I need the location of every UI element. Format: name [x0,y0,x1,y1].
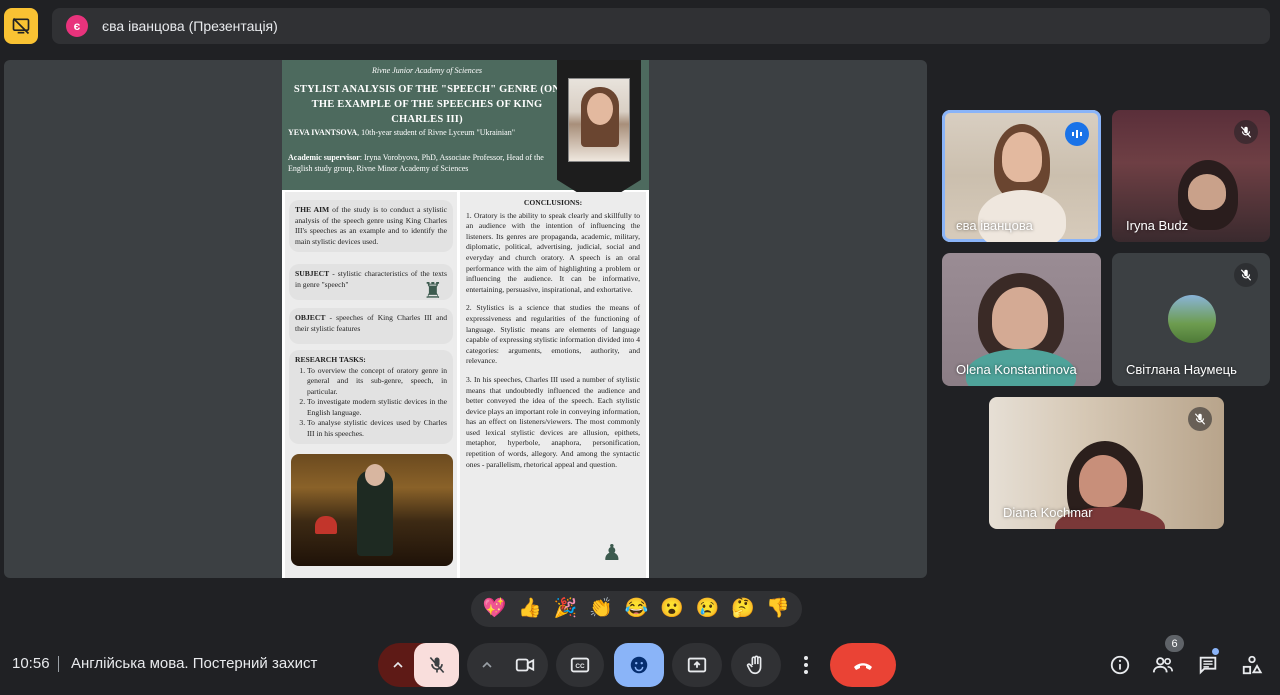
poster-supervisor: Academic supervisor: Iryna Vorobyova, Ph… [288,152,544,174]
aim-label: THE AIM [295,205,330,214]
more-options-button[interactable] [790,643,822,687]
aim-card: THE AIM of the study is to conduct a sty… [289,200,453,252]
tasks-card: RESEARCH TASKS: To overview the concept … [289,350,453,444]
reaction-party[interactable]: 🎉 [551,591,581,627]
audience-icon: ♟ [602,540,622,565]
poster-right-column: CONCLUSIONS: 1. Oratory is the ability t… [460,192,646,578]
closed-captions-icon: CC [570,657,590,673]
conclusions-label: CONCLUSIONS: [523,198,583,207]
camera-toggle-button[interactable] [505,643,545,687]
author-name: YEVA IVANTSOVA [288,128,358,137]
reaction-bar: 💖 👍 🎉 👏 😂 😮 😢 🤔 👎 [471,591,802,627]
poster-left-column: THE AIM of the study is to conduct a sty… [285,192,457,578]
presenter-label: єва іванцова (Презентація) [102,18,278,34]
mic-toggle-button[interactable] [414,643,459,687]
presenter-avatar: є [66,15,88,37]
podium-icon: ♜ [423,278,443,303]
people-icon [1152,657,1173,673]
svg-text:CC: CC [575,663,585,670]
mic-off-icon [1188,407,1212,431]
object-card: OBJECT - speeches of King Charles III an… [289,308,453,344]
reaction-surprised[interactable]: 😮 [657,591,687,627]
poster-academy: Rivne Junior Academy of Sciences [371,66,483,75]
info-icon [1110,655,1130,675]
tasks-label: RESEARCH TASKS: [295,355,366,364]
activities-button[interactable] [1239,652,1265,678]
participant-tile[interactable]: Olena Konstantinova [942,253,1101,386]
author-rest: , 10th-year student of Rivne Lyceum "Ukr… [357,128,515,137]
presentation-stage[interactable]: Rivne Junior Academy of Sciences STYLIST… [4,60,927,578]
participant-tile[interactable]: Iryna Budz [1112,110,1270,242]
reaction-thumbs-down[interactable]: 👎 [763,591,793,627]
poster-author: YEVA IVANTSOVA, 10th-year student of Riv… [288,127,544,138]
people-button[interactable] [1150,652,1176,678]
speaking-indicator-icon [1065,122,1089,146]
presenter-bar: є єва іванцова (Презентація) [52,8,1270,44]
poster-title: STYLIST ANALYSIS OF THE "SPEECH" GENRE (… [293,84,561,125]
camera-control-group [467,643,548,687]
chevron-up-icon [482,661,492,668]
conclusion-item: 1. Oratory is the ability to speak clear… [466,210,640,294]
supervisor-label: Academic supervisor [288,153,360,162]
participant-tile[interactable]: Світлана Наумець [1112,253,1270,386]
conclusion-item: 2. Stylistics is a science that studies … [466,303,640,366]
chevron-up-icon [393,661,403,668]
task-item: To investigate modern stylistic devices … [307,397,447,418]
present-stop-icon [12,17,30,35]
chat-icon [1199,656,1217,675]
participant-name: Diana Kochmar [1003,505,1093,520]
reaction-laugh[interactable]: 😂 [621,591,651,627]
participant-name: єва іванцова [956,218,1033,233]
chat-button[interactable] [1195,652,1221,678]
reaction-sad[interactable]: 😢 [692,591,722,627]
participant-tile[interactable]: єва іванцова [942,110,1101,242]
present-now-button[interactable] [672,643,722,687]
mic-off-icon [1234,263,1258,287]
task-item: To analyse stylistic devices used by Cha… [307,418,447,439]
meeting-title: Англійська мова. Постерний захист [71,655,318,672]
conclusion-item: 3. In his speeches, Charles III used a n… [466,374,640,469]
reaction-heart[interactable]: 💖 [480,591,510,627]
chat-notification-dot [1212,648,1219,655]
mic-off-icon [429,656,444,674]
subject-label: SUBJECT [295,269,330,278]
participant-name: Світлана Наумець [1126,362,1237,377]
meeting-details-button[interactable] [1107,652,1133,678]
task-item: To overview the concept of oratory genre… [307,366,447,398]
student-photo [568,78,630,162]
mic-off-icon [1234,120,1258,144]
present-stop-button[interactable] [4,8,38,44]
object-label: OBJECT [295,313,326,322]
call-end-icon [854,663,872,670]
raise-hand-button[interactable] [731,643,781,687]
more-vert-icon [804,656,808,674]
participant-name: Olena Konstantinova [956,362,1077,377]
present-to-all-icon [687,657,707,673]
participant-name: Iryna Budz [1126,218,1189,233]
mic-control-group [378,643,459,687]
participant-tile[interactable]: Diana Kochmar [989,397,1224,529]
meeting-clock: 10:56 [12,655,50,672]
mic-options-button[interactable] [378,643,418,687]
raise-hand-icon [746,655,762,675]
videocam-icon [515,658,535,672]
avatar [1168,295,1216,343]
reaction-thinking[interactable]: 🤔 [728,591,758,627]
reaction-clap[interactable]: 👏 [586,591,616,627]
conclusions: CONCLUSIONS: 1. Oratory is the ability t… [466,198,640,478]
activities-icon [1242,655,1263,675]
poster: Rivne Junior Academy of Sciences STYLIST… [282,60,649,578]
captions-button[interactable]: CC [556,643,604,687]
king-charles-photo [291,454,453,566]
participant-count-badge: 6 [1165,635,1184,652]
emoji-button[interactable] [614,643,664,687]
reaction-thumbs-up[interactable]: 👍 [515,591,545,627]
leave-call-button[interactable] [830,643,896,687]
divider [58,656,59,672]
camera-options-button[interactable] [471,643,503,687]
emoji-icon [630,656,648,674]
